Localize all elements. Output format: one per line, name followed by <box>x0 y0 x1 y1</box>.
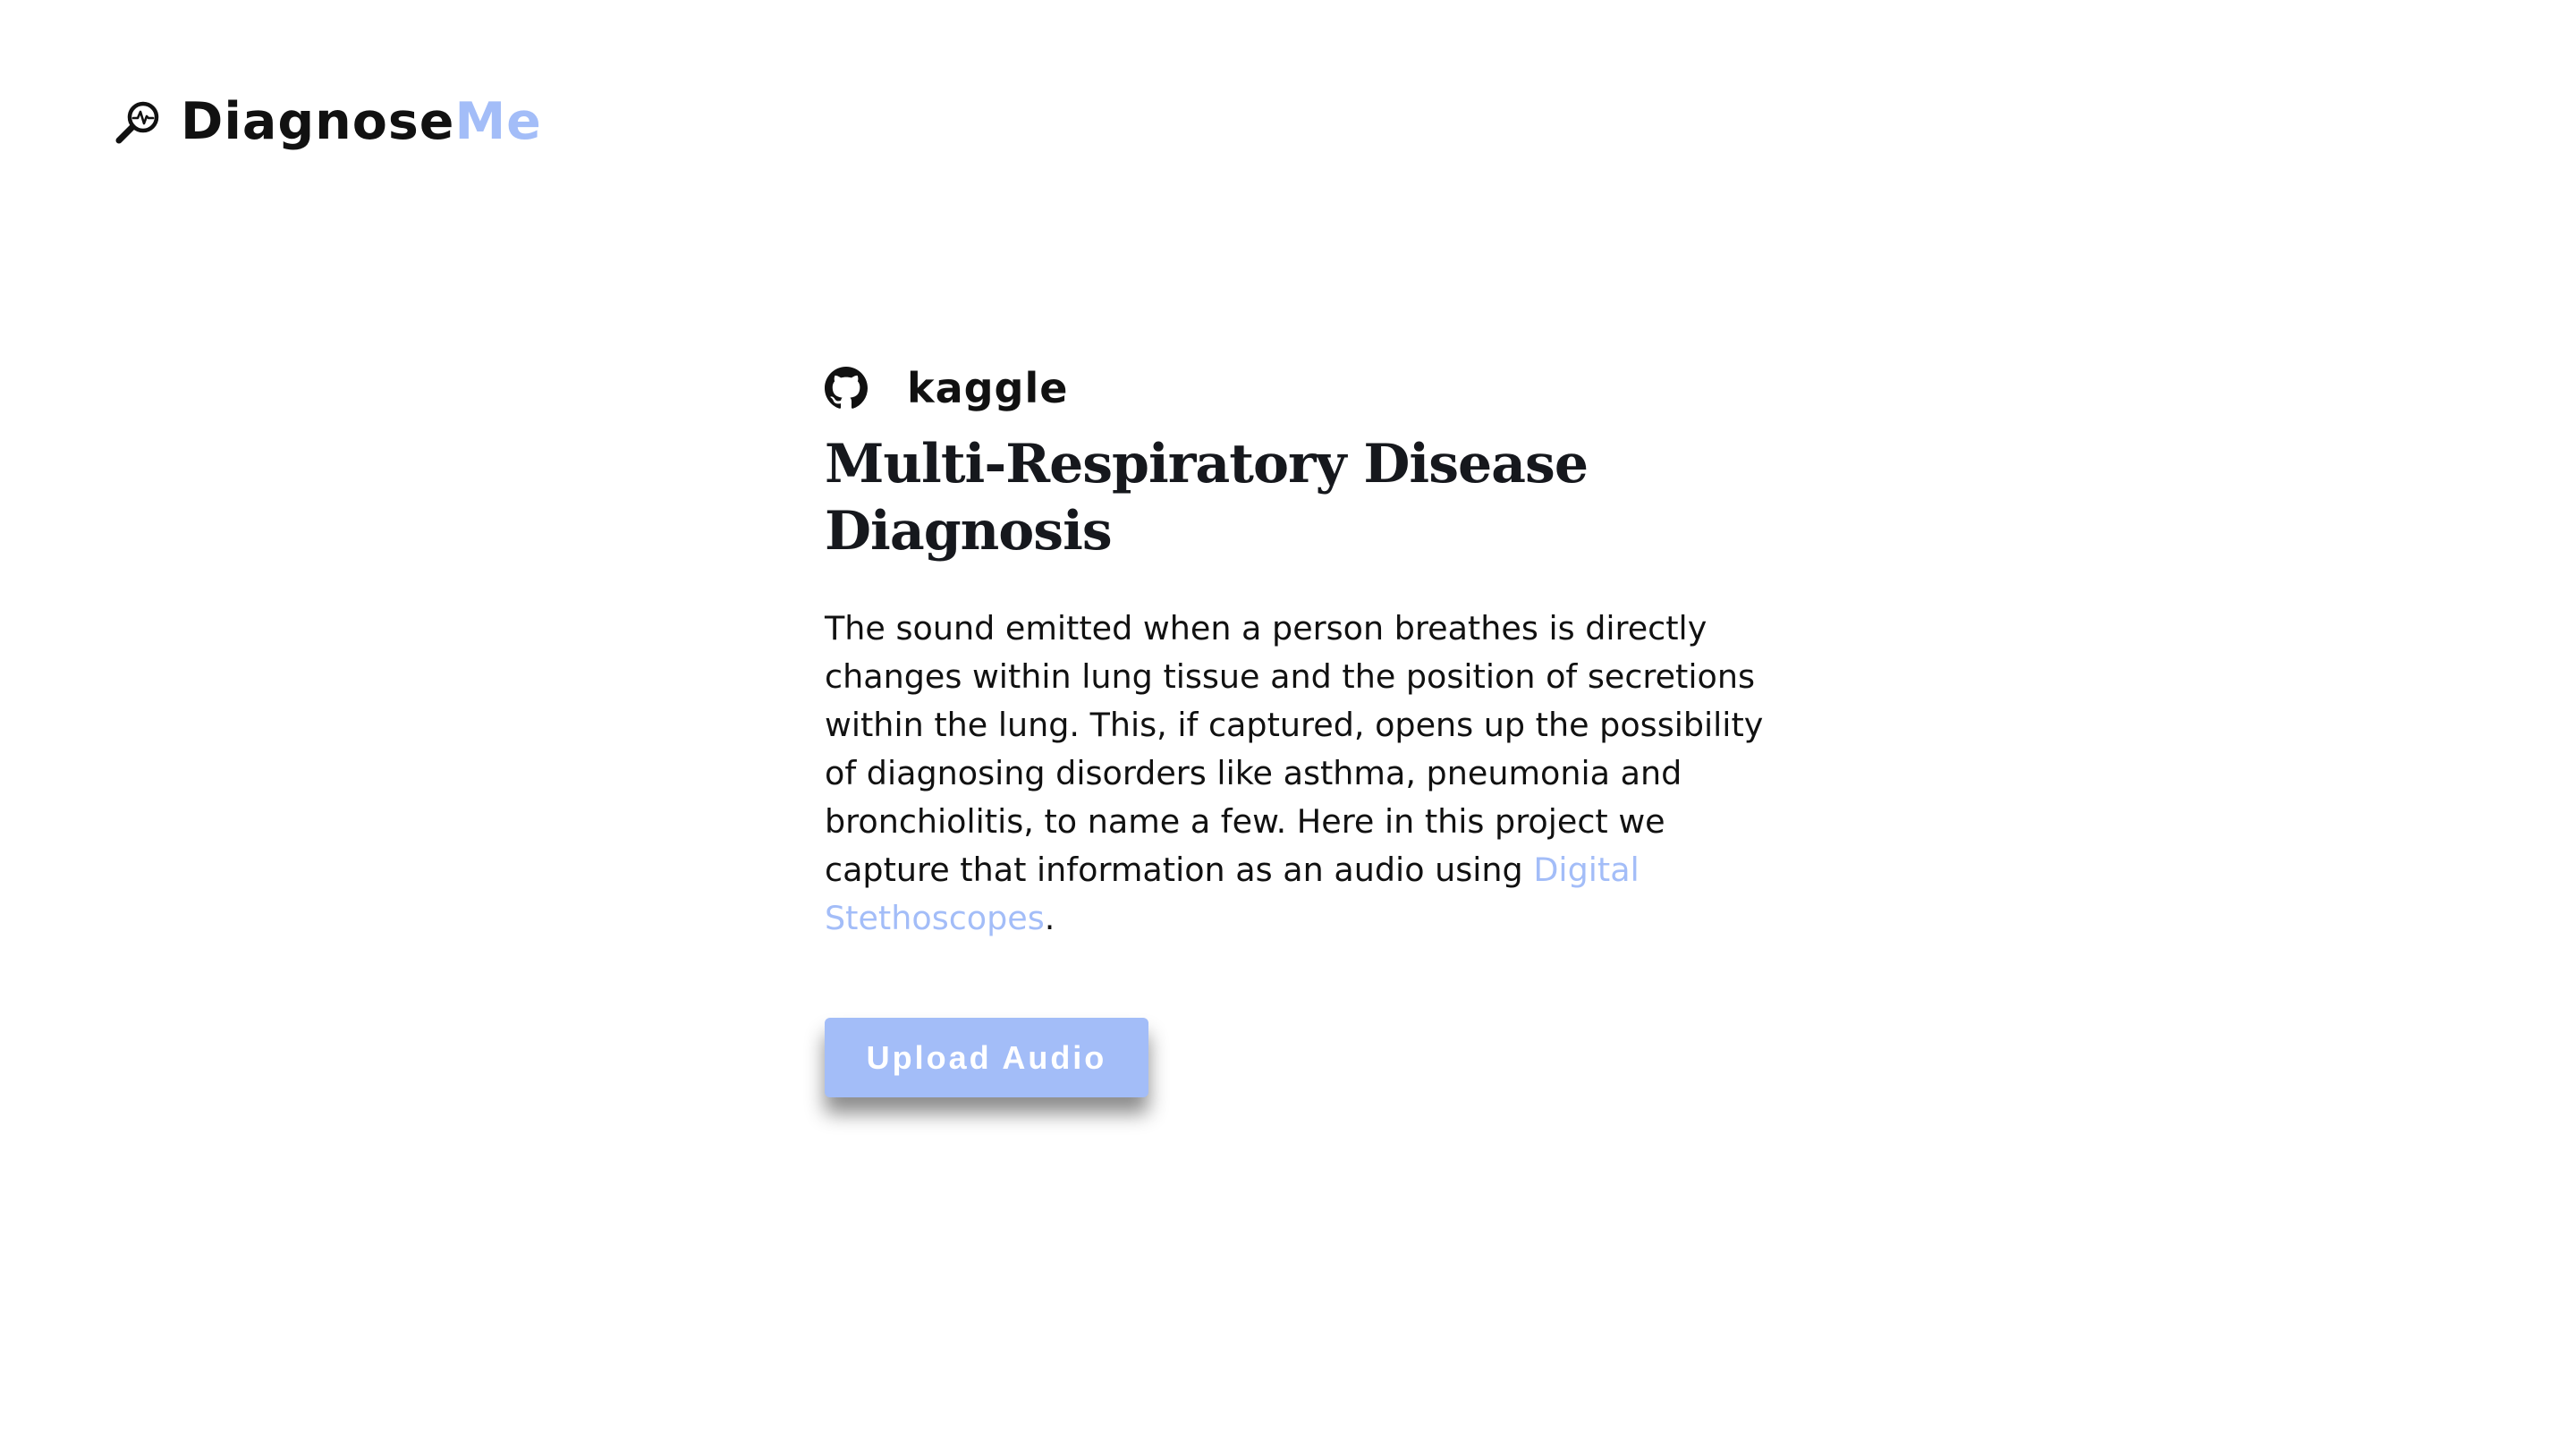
external-links: kaggle <box>825 356 1791 420</box>
page-title: Multi-Respiratory Disease Diagnosis <box>825 433 1589 563</box>
logo-text-accent: Me <box>454 92 542 151</box>
description: The sound emitted when a person breathes… <box>825 605 1791 943</box>
description-text: The sound emitted when a person breathes… <box>825 609 1764 889</box>
upload-audio-button[interactable]: Upload Audio <box>825 1018 1148 1097</box>
magnifier-pulse-icon <box>115 101 159 143</box>
main-content: kaggle Multi-Respiratory Disease Diagnos… <box>825 356 1791 1097</box>
description-end: . <box>1044 899 1055 937</box>
github-icon[interactable] <box>825 367 868 410</box>
kaggle-link[interactable]: kaggle <box>907 368 1068 409</box>
page: DiagnoseMe kaggle Multi-Respiratory Dise… <box>0 0 2576 1456</box>
logo-text: DiagnoseMe <box>181 97 542 148</box>
logo-link[interactable]: DiagnoseMe <box>114 97 542 148</box>
logo-text-primary: Diagnose <box>181 92 455 151</box>
